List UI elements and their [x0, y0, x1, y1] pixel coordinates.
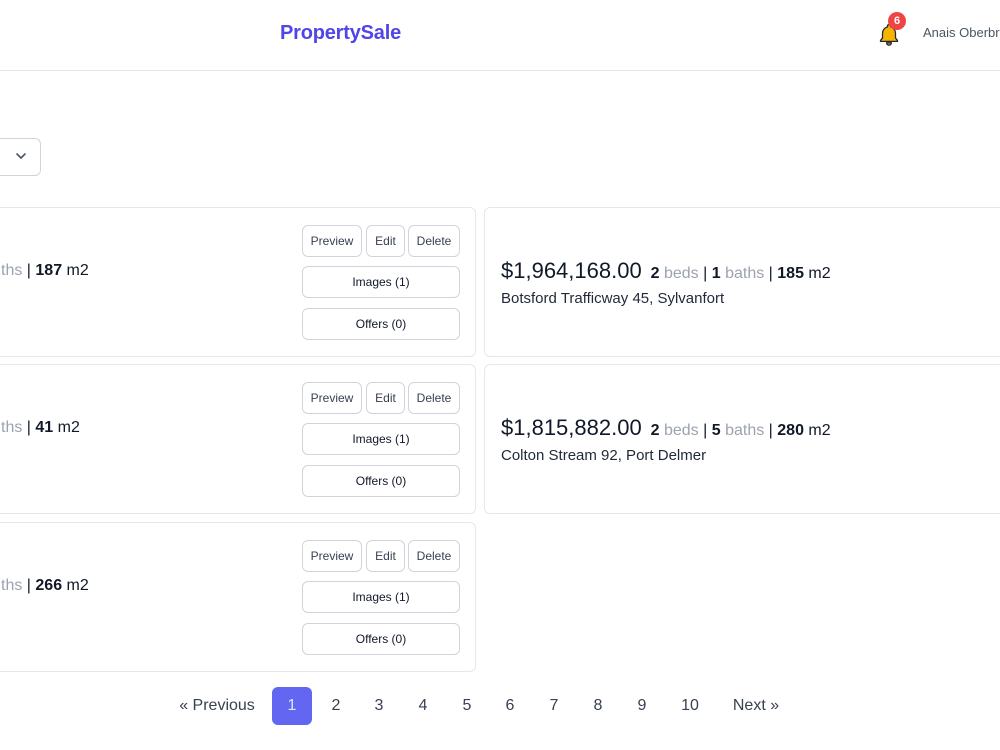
page-link-1[interactable]: 1 — [272, 687, 312, 725]
listing-card: ths | 266 m2 Preview Edit Delete Images … — [0, 522, 476, 672]
images-button[interactable]: Images (1) — [302, 266, 460, 298]
offers-button[interactable]: Offers (0) — [302, 465, 460, 497]
page-link-8[interactable]: 8 — [578, 687, 618, 725]
delete-button[interactable]: Delete — [408, 540, 460, 572]
brand-logo[interactable]: PropertySale — [280, 22, 401, 45]
page-link-10[interactable]: 10 — [668, 687, 712, 725]
listing-price: $1,815,882.00 — [501, 415, 642, 440]
pagination: « Previous 1 2 3 4 5 6 7 8 9 10 Next » — [0, 687, 1000, 727]
previous-page-link[interactable]: « Previous — [176, 687, 258, 725]
user-menu[interactable]: Anais Oberbrunner — [923, 25, 1000, 40]
listing-specs: ths | 266 m2 — [1, 577, 89, 594]
notification-count-badge: 6 — [888, 12, 906, 30]
page-link-3[interactable]: 3 — [359, 687, 399, 725]
delete-button[interactable]: Delete — [408, 382, 460, 414]
page-link-7[interactable]: 7 — [534, 687, 574, 725]
listing-card: ths | 41 m2 Preview Edit Delete Images (… — [0, 364, 476, 514]
listing-address: Botsford Trafficway 45, Sylvanfort — [501, 290, 725, 307]
preview-button[interactable]: Preview — [302, 382, 362, 414]
page-link-6[interactable]: 6 — [490, 687, 530, 725]
offers-button[interactable]: Offers (0) — [302, 308, 460, 340]
listing-summary: $1,964,168.00 2 beds | 1 baths | 185 m2 — [501, 258, 831, 284]
page-link-2[interactable]: 2 — [316, 687, 356, 725]
listing-price: $1,964,168.00 — [501, 258, 642, 283]
listing-specs: 2 beds | 5 baths | 280 m2 — [650, 422, 831, 439]
preview-button[interactable]: Preview — [302, 540, 362, 572]
edit-button[interactable]: Edit — [366, 540, 405, 572]
edit-button[interactable]: Edit — [366, 382, 405, 414]
chevron-down-icon — [16, 153, 26, 159]
images-button[interactable]: Images (1) — [302, 423, 460, 455]
page-link-9[interactable]: 9 — [622, 687, 662, 725]
listing-specs: 2 beds | 1 baths | 185 m2 — [650, 265, 831, 282]
listing-card: ths | 187 m2 Preview Edit Delete Images … — [0, 207, 476, 357]
listing-card: $1,964,168.00 2 beds | 1 baths | 185 m2 … — [484, 207, 1000, 357]
images-button[interactable]: Images (1) — [302, 581, 460, 613]
preview-button[interactable]: Preview — [302, 225, 362, 257]
listing-specs: ths | 41 m2 — [1, 419, 80, 436]
listing-summary: $1,815,882.00 2 beds | 5 baths | 280 m2 — [501, 415, 831, 441]
page-link-5[interactable]: 5 — [447, 687, 487, 725]
filter-select[interactable] — [0, 138, 41, 176]
edit-button[interactable]: Edit — [366, 225, 405, 257]
listing-card: $1,815,882.00 2 beds | 5 baths | 280 m2 … — [484, 364, 1000, 514]
offers-button[interactable]: Offers (0) — [302, 623, 460, 655]
page-link-4[interactable]: 4 — [403, 687, 443, 725]
next-page-link[interactable]: Next » — [726, 687, 786, 725]
top-navbar: PropertySale 6 Anais Oberbrunner — [0, 0, 1000, 71]
listing-address: Colton Stream 92, Port Delmer — [501, 447, 707, 464]
delete-button[interactable]: Delete — [408, 225, 460, 257]
listing-specs: ths | 187 m2 — [1, 262, 89, 279]
